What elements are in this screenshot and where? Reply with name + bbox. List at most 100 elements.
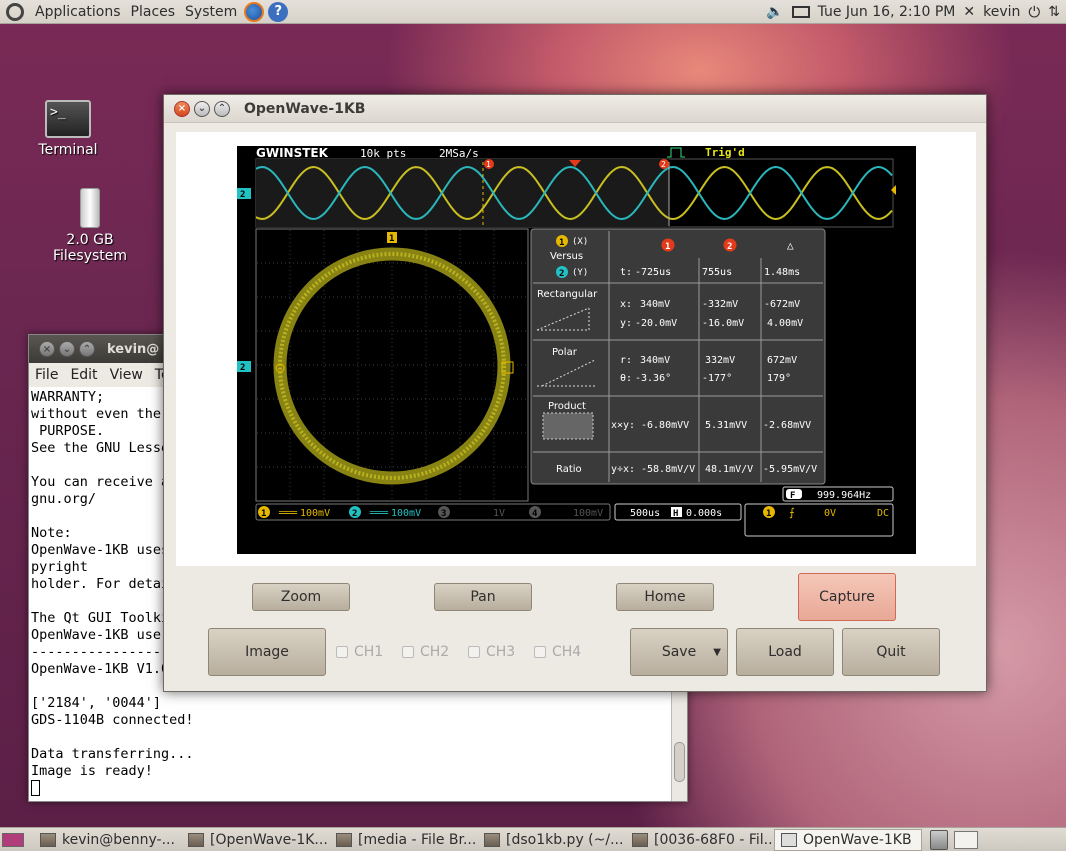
user-icon: ✕ bbox=[963, 4, 976, 20]
pan-button[interactable]: Pan bbox=[434, 583, 532, 611]
ch2-checkbox[interactable]: CH2 bbox=[402, 644, 449, 660]
task-openwave-active[interactable]: OpenWave-1KB bbox=[774, 828, 922, 851]
trigger-level: 0V bbox=[824, 508, 836, 519]
r-cursor-2: 332mV bbox=[705, 355, 735, 366]
xy-plot-frame bbox=[255, 228, 529, 502]
home-button[interactable]: Home bbox=[616, 583, 714, 611]
svg-text:t:: t: bbox=[620, 267, 632, 278]
theta-cursor-1: -3.36° bbox=[635, 373, 671, 384]
show-desktop-icon[interactable] bbox=[2, 832, 24, 847]
r-cursor-1: 340mV bbox=[640, 355, 670, 366]
task-openwave-1[interactable]: [OpenWave-1K... bbox=[182, 829, 330, 851]
task-label: [dso1kb.py (~/... bbox=[506, 831, 624, 848]
usb-drive-icon bbox=[80, 188, 100, 228]
save-button[interactable]: Save ▼ bbox=[630, 628, 728, 676]
image-button[interactable]: Image bbox=[208, 628, 326, 676]
help-icon[interactable]: ? bbox=[268, 1, 289, 22]
ch1-checkbox-label: CH1 bbox=[354, 644, 384, 660]
trash-icon[interactable] bbox=[930, 829, 948, 850]
scrollbar-thumb[interactable] bbox=[674, 742, 685, 782]
workspace-switcher-icon[interactable] bbox=[954, 830, 978, 849]
task-label: OpenWave-1KB bbox=[803, 831, 912, 848]
zoom-button[interactable]: Zoom bbox=[252, 583, 350, 611]
ch4-checkbox[interactable]: CH4 bbox=[534, 644, 581, 660]
terminal-icon: >_ bbox=[45, 100, 91, 138]
svg-text:═══: ═══ bbox=[369, 508, 389, 519]
dropdown-arrow-icon[interactable]: ▼ bbox=[713, 647, 721, 658]
maximize-icon[interactable]: ⌃ bbox=[214, 100, 230, 117]
desktop-icon-filesystem[interactable]: 2.0 GB Filesystem bbox=[28, 188, 152, 264]
volume-icon[interactable]: 🔈 bbox=[766, 4, 783, 20]
ubuntu-logo-icon[interactable] bbox=[6, 2, 24, 21]
ch3-scale: 1V bbox=[493, 508, 505, 519]
ch4-scale: 100mV bbox=[573, 508, 603, 519]
terminal-title: kevin@ bbox=[107, 341, 160, 357]
svg-text:2: 2 bbox=[240, 190, 245, 200]
rising-edge-icon: ⨍ bbox=[789, 506, 795, 519]
task-terminal[interactable]: kevin@benny-... bbox=[34, 829, 182, 851]
svg-text:H: H bbox=[673, 509, 678, 519]
product-cursor-1: -6.80mVV bbox=[641, 420, 689, 431]
x-cursor-2: -332mV bbox=[702, 299, 738, 310]
product-label: Product bbox=[548, 401, 586, 412]
menu-applications[interactable]: Applications bbox=[30, 4, 126, 20]
svg-text:4: 4 bbox=[532, 509, 538, 519]
rectangular-label: Rectangular bbox=[537, 289, 598, 300]
horizontal-position: 0.000s bbox=[686, 508, 722, 519]
ch1-scale: 100mV bbox=[300, 508, 330, 519]
power-icon[interactable]: ⏻ bbox=[1028, 3, 1040, 21]
ch2-scale: 100mV bbox=[391, 508, 421, 519]
scope-screenshot: GWINSTEK 10k pts 2MSa/s Trig'd 1 2 2 1 2… bbox=[237, 146, 916, 554]
task-file-browser-2[interactable]: [0036-68F0 - Fil... bbox=[626, 829, 774, 851]
quit-button[interactable]: Quit bbox=[842, 628, 940, 676]
y-cursor-2: -16.0mV bbox=[702, 318, 744, 329]
task-label: [media - File Br... bbox=[358, 831, 477, 848]
openwave-window: × ⌄ ⌃ OpenWave-1KB GWINSTEK 10k pts 2MSa… bbox=[163, 94, 987, 692]
ch3-checkbox[interactable]: CH3 bbox=[468, 644, 515, 660]
product-delta: -2.68mVV bbox=[763, 420, 811, 431]
t-cursor-2: 755us bbox=[702, 267, 732, 278]
mail-icon[interactable] bbox=[791, 6, 810, 18]
desktop-icon-terminal[interactable]: >_ Terminal bbox=[38, 100, 98, 158]
cursor-2-label: 2 bbox=[661, 160, 666, 169]
close-icon[interactable]: × bbox=[39, 341, 55, 357]
terminal-cursor bbox=[31, 780, 40, 796]
ratio-cursor-2: 48.1mV/V bbox=[705, 464, 753, 475]
user-name[interactable]: kevin bbox=[983, 4, 1020, 20]
scope-display: GWINSTEK 10k pts 2MSa/s Trig'd 1 2 2 1 2… bbox=[237, 146, 896, 537]
menu-system[interactable]: System bbox=[180, 4, 242, 20]
maximize-icon[interactable]: ⌃ bbox=[79, 341, 95, 357]
minimize-icon[interactable]: ⌄ bbox=[59, 341, 75, 357]
svg-text:y÷x:: y÷x: bbox=[611, 464, 635, 475]
svg-text:1: 1 bbox=[389, 234, 394, 244]
task-editor[interactable]: [dso1kb.py (~/... bbox=[478, 829, 626, 851]
ch1-checkbox[interactable]: CH1 bbox=[336, 644, 383, 660]
svg-text:r:: r: bbox=[620, 355, 632, 366]
save-button-label: Save bbox=[661, 644, 697, 660]
versus-x-label: (X) bbox=[572, 237, 588, 247]
menu-places[interactable]: Places bbox=[126, 4, 181, 20]
clock[interactable]: Tue Jun 16, 2:10 PM bbox=[818, 4, 956, 20]
terminal-menu-edit[interactable]: Edit bbox=[70, 367, 97, 383]
close-icon[interactable]: × bbox=[174, 100, 190, 117]
editor-app-icon bbox=[484, 832, 500, 847]
load-button[interactable]: Load bbox=[736, 628, 834, 676]
task-label: [0036-68F0 - Fil... bbox=[654, 831, 774, 848]
task-label: [OpenWave-1K... bbox=[210, 831, 328, 848]
window-app-icon bbox=[188, 832, 204, 847]
y-delta: 4.00mV bbox=[767, 318, 803, 329]
terminal-menu-view[interactable]: View bbox=[110, 367, 143, 383]
network-icon[interactable]: ⇅ bbox=[1048, 4, 1060, 20]
firefox-icon[interactable] bbox=[244, 1, 265, 22]
minimize-icon[interactable]: ⌄ bbox=[194, 100, 210, 117]
y-cursor-1: -20.0mV bbox=[635, 318, 677, 329]
ch4-checkbox-label: CH4 bbox=[552, 644, 582, 660]
terminal-menu-file[interactable]: File bbox=[35, 367, 58, 383]
capture-button[interactable]: Capture bbox=[798, 573, 896, 621]
plot-canvas[interactable]: GWINSTEK 10k pts 2MSa/s Trig'd 1 2 2 1 2… bbox=[176, 132, 976, 566]
task-file-browser[interactable]: [media - File Br... bbox=[330, 829, 478, 851]
polar-label: Polar bbox=[552, 347, 578, 358]
openwave-titlebar[interactable]: × ⌄ ⌃ OpenWave-1KB bbox=[164, 95, 986, 123]
versus-y-label: (Y) bbox=[572, 268, 588, 278]
ch3-checkbox-label: CH3 bbox=[486, 644, 516, 660]
